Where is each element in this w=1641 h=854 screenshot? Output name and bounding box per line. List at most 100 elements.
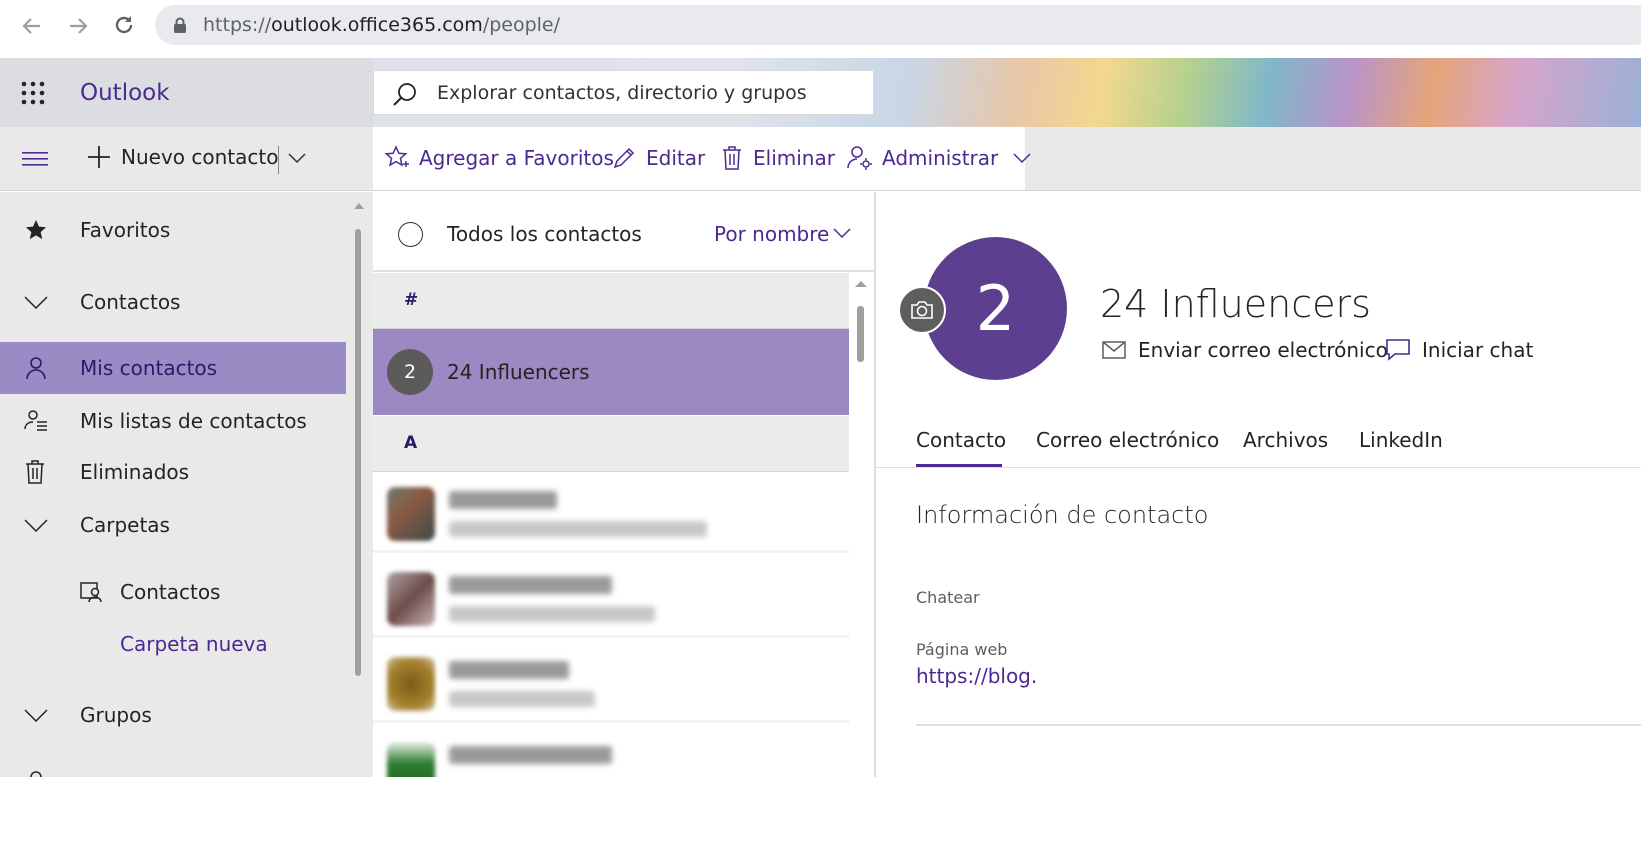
sidebar-item-folder-contacts[interactable]: Contactos [0, 566, 346, 618]
app-launcher-icon[interactable] [20, 80, 46, 106]
scroll-up-arrow-icon[interactable] [855, 280, 867, 288]
avatar [387, 572, 435, 626]
list-item[interactable] [373, 643, 849, 723]
contact-detail-pane: 2 24 Influencers Enviar correo electróni… [876, 192, 1641, 777]
app-title[interactable]: Outlook [80, 80, 170, 106]
sidebar-item-label: Mis listas de contactos [80, 409, 307, 433]
redacted-detail [449, 521, 707, 537]
list-title: Todos los contactos [447, 222, 642, 246]
hamburger-menu-icon[interactable] [22, 152, 48, 166]
list-item[interactable] [373, 558, 849, 638]
url-text: https://outlook.office365.com/people/ [203, 14, 561, 36]
delete-label: Eliminar [753, 146, 835, 170]
list-scrollbar-thumb[interactable] [857, 306, 864, 362]
tab-linkedin[interactable]: LinkedIn [1359, 428, 1443, 452]
sidebar-item-contacts[interactable]: Contactos [0, 276, 346, 328]
redacted-detail [449, 691, 595, 707]
tab-contact[interactable]: Contacto [916, 428, 1006, 452]
field-label-chat: Chatear [916, 588, 980, 607]
redacted-name [449, 746, 612, 764]
contact-actions-toolbar: Agregar a Favoritos Editar Eliminar Admi… [373, 127, 1031, 190]
sidebar: Favoritos Contactos Mis contactos Mis li… [0, 192, 373, 777]
list-item-selected[interactable]: 2 24 Influencers [373, 329, 849, 415]
person-icon [24, 356, 48, 380]
send-email-button[interactable]: Enviar correo electrónico [1102, 338, 1388, 362]
page-bottom-area [0, 777, 1641, 854]
trash-icon [720, 145, 744, 171]
mail-icon [1102, 341, 1126, 359]
add-favorites-label: Agregar a Favoritos [419, 146, 614, 170]
avatar [387, 742, 435, 777]
back-arrow-icon[interactable] [20, 14, 44, 38]
trash-icon [24, 460, 46, 484]
avatar [387, 657, 435, 711]
split-divider [278, 146, 279, 174]
app-header: Outlook Explorar contactos, directorio y… [0, 58, 1641, 127]
avatar: 2 [387, 349, 433, 395]
sidebar-scrollbar-thumb[interactable] [355, 229, 361, 676]
person-icon [24, 770, 48, 777]
tab-files[interactable]: Archivos [1243, 428, 1328, 452]
chevron-down-icon [24, 518, 48, 532]
new-contact-label: Nuevo contacto [121, 145, 279, 169]
contact-folder-icon [80, 581, 104, 603]
sort-dropdown[interactable]: Por nombre [714, 222, 829, 246]
sidebar-item-my-contacts[interactable]: Mis contactos [0, 342, 346, 394]
list-item[interactable] [373, 473, 849, 553]
field-label-website: Página web [916, 640, 1008, 659]
header-left: Outlook [0, 58, 373, 127]
sidebar-item-new-folder[interactable]: Carpeta nueva [0, 618, 346, 670]
sidebar-item-label: Eliminados [80, 460, 190, 484]
chevron-down-icon[interactable] [833, 227, 851, 239]
add-favorites-button[interactable]: Agregar a Favoritos [384, 145, 614, 171]
sidebar-item-folders[interactable]: Carpetas [0, 499, 346, 551]
tabs-divider [876, 467, 1641, 468]
manage-button[interactable]: Administrar [847, 145, 1031, 171]
pencil-icon [611, 145, 637, 171]
sidebar-item-label: Contactos [120, 580, 221, 604]
command-bar: Nuevo contacto Agregar a Favoritos Edita… [0, 127, 1641, 191]
redacted-name [449, 661, 569, 679]
sidebar-item-partial[interactable] [0, 756, 346, 777]
star-add-icon [384, 145, 410, 171]
avatar [387, 487, 435, 541]
website-link[interactable]: https://blog. [916, 664, 1037, 688]
sidebar-item-my-lists[interactable]: Mis listas de contactos [0, 395, 346, 447]
browser-toolbar: https://outlook.office365.com/people/ [0, 0, 1641, 58]
redacted-detail [449, 606, 655, 622]
star-icon [24, 218, 48, 242]
reload-icon[interactable] [112, 13, 136, 37]
lock-icon [173, 17, 187, 34]
plus-icon [87, 145, 111, 169]
forward-arrow-icon[interactable] [66, 14, 90, 38]
contact-heading: 24 Influencers [1100, 282, 1371, 326]
chevron-down-icon [24, 295, 48, 309]
sidebar-item-label: Carpeta nueva [120, 632, 268, 656]
new-contact-button[interactable]: Nuevo contacto [87, 145, 278, 169]
sidebar-item-favorites[interactable]: Favoritos [0, 204, 346, 256]
camera-icon[interactable] [898, 286, 946, 334]
tab-email[interactable]: Correo electrónico [1036, 428, 1219, 452]
sidebar-item-groups[interactable]: Grupos [0, 689, 346, 741]
search-input[interactable]: Explorar contactos, directorio y grupos [373, 70, 874, 115]
sidebar-item-label: Grupos [80, 703, 152, 727]
redacted-name [449, 491, 557, 509]
sidebar-item-label: Carpetas [80, 513, 170, 537]
chevron-down-icon[interactable] [288, 152, 306, 164]
manage-label: Administrar [882, 146, 999, 170]
group-header-hash: # [373, 273, 849, 329]
delete-button[interactable]: Eliminar [720, 145, 835, 171]
select-all-checkbox[interactable] [398, 222, 423, 247]
sidebar-item-deleted[interactable]: Eliminados [0, 446, 346, 498]
start-chat-button[interactable]: Iniciar chat [1386, 338, 1533, 362]
sidebar-item-label: Favoritos [80, 218, 171, 242]
edit-button[interactable]: Editar [611, 145, 705, 171]
group-header-a: A [373, 416, 849, 472]
section-title: Información de contacto [916, 501, 1209, 529]
contact-name: 24 Influencers [447, 360, 590, 384]
list-header: Todos los contactos Por nombre [373, 192, 874, 272]
address-bar[interactable]: https://outlook.office365.com/people/ [155, 5, 1641, 45]
list-item[interactable] [373, 728, 849, 777]
sidebar-item-label: Mis contactos [80, 356, 218, 380]
command-bar-left: Nuevo contacto [0, 127, 373, 190]
